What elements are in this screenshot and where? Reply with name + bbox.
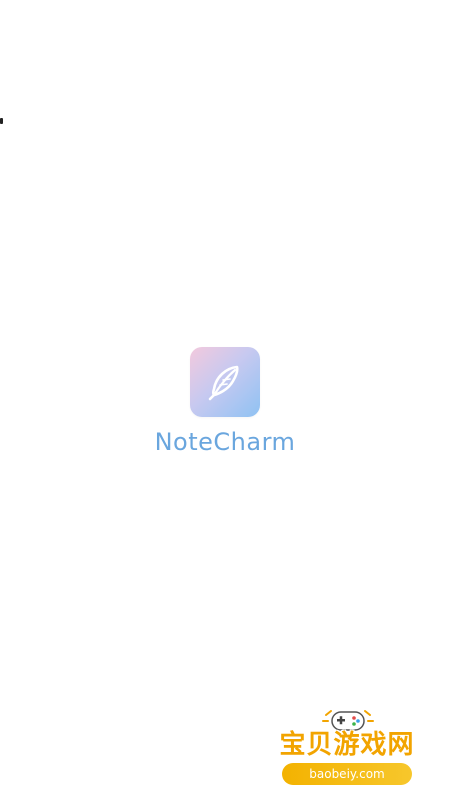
feather-icon	[208, 365, 239, 401]
app-name: NoteCharm	[154, 428, 296, 456]
status-indicator	[0, 118, 3, 124]
app-logo	[190, 347, 260, 417]
watermark-title: 宝贝游戏网	[279, 730, 415, 760]
splash-content: NoteCharm	[0, 347, 450, 457]
watermark-url-badge: baobeiy.com	[282, 763, 412, 785]
splash-screen: NoteCharm 宝贝游戏网 baobeiy.com	[0, 0, 450, 800]
site-watermark: 宝贝游戏网 baobeiy.com	[272, 705, 422, 795]
watermark-url: baobeiy.com	[309, 767, 385, 781]
